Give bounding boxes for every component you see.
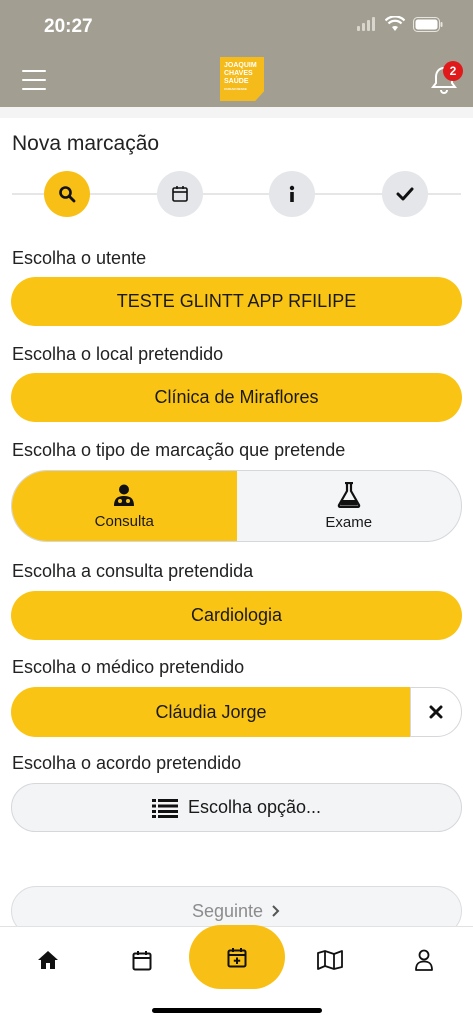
appointment-type-toggle: Consulta Exame <box>11 470 462 542</box>
step-search[interactable] <box>44 171 90 217</box>
calendar-icon <box>132 950 152 970</box>
calendar-icon <box>172 186 188 202</box>
type-option-consulta[interactable]: Consulta <box>12 471 237 541</box>
clear-doctor-button[interactable] <box>410 687 462 737</box>
tab-profile[interactable] <box>409 945 439 975</box>
doctor-icon <box>114 484 135 506</box>
consult-select[interactable]: Cardiologia <box>11 591 462 640</box>
agreement-placeholder: Escolha opção... <box>187 797 322 817</box>
menu-icon-bar <box>22 79 46 81</box>
tab-map[interactable] <box>315 945 345 975</box>
tab-appointments[interactable] <box>127 945 157 975</box>
brand-logo: JOAQUIM CHAVES SAÚDE CUIDAR DESDE <box>220 57 264 101</box>
logo-line: CHAVES <box>224 70 253 77</box>
menu-icon-bar <box>22 88 46 90</box>
agreement-label: Escolha o acordo pretendido <box>12 753 242 773</box>
step-schedule[interactable] <box>157 171 203 217</box>
logo-line: JOAQUIM <box>224 62 257 69</box>
booking-form: Nova marcação Escolha o utente TESTE GLI… <box>0 118 473 926</box>
check-icon <box>396 187 414 201</box>
map-icon <box>317 950 343 970</box>
signal-icon <box>357 17 375 31</box>
tab-new-appointment[interactable] <box>189 925 285 989</box>
page-title: Nova marcação <box>12 132 160 155</box>
next-button-label: Seguinte <box>191 900 264 921</box>
status-time: 20:27 <box>44 16 93 37</box>
menu-icon-bar <box>22 70 46 72</box>
patient-select[interactable]: TESTE GLINTT APP RFILIPE <box>11 277 462 326</box>
close-icon <box>429 705 443 719</box>
status-icons <box>357 16 443 32</box>
patient-label: Escolha o utente <box>12 248 147 268</box>
doctor-field: Cláudia Jorge <box>11 687 462 737</box>
tab-home[interactable] <box>33 945 63 975</box>
consult-label: Escolha a consulta pretendida <box>12 561 254 581</box>
menu-button[interactable] <box>22 70 46 90</box>
calendar-add-icon <box>227 947 247 967</box>
app-header: 20:27 JOAQUIM CHAVES SAÚDE CUIDAR DESDE <box>0 0 473 107</box>
step-confirm[interactable] <box>382 171 428 217</box>
user-icon <box>415 949 433 971</box>
chevron-right-icon <box>272 905 280 917</box>
search-icon <box>59 186 76 203</box>
type-option-label: Exame <box>325 513 373 531</box>
flask-icon <box>337 481 360 508</box>
next-button[interactable]: Seguinte <box>11 886 462 926</box>
location-select[interactable]: Clínica de Miraflores <box>11 373 462 422</box>
logo-tagline: CUIDAR DESDE <box>224 87 247 91</box>
location-label: Escolha o local pretendido <box>12 344 224 364</box>
home-indicator <box>152 1008 322 1013</box>
doctor-select[interactable]: Cláudia Jorge <box>11 687 411 737</box>
agreement-select[interactable]: Escolha opção... <box>11 783 462 832</box>
type-label: Escolha o tipo de marcação que pretende <box>12 440 346 460</box>
list-icon <box>151 798 178 818</box>
info-icon <box>289 185 295 202</box>
wifi-icon <box>385 16 405 31</box>
logo-line: SAÚDE <box>224 78 249 85</box>
doctor-label: Escolha o médico pretendido <box>12 657 245 677</box>
home-icon <box>38 951 58 969</box>
battery-icon <box>413 16 443 32</box>
type-option-exame[interactable]: Exame <box>237 471 462 541</box>
notification-badge: 2 <box>443 61 463 81</box>
type-option-label: Consulta <box>94 512 154 530</box>
step-info[interactable] <box>269 171 315 217</box>
